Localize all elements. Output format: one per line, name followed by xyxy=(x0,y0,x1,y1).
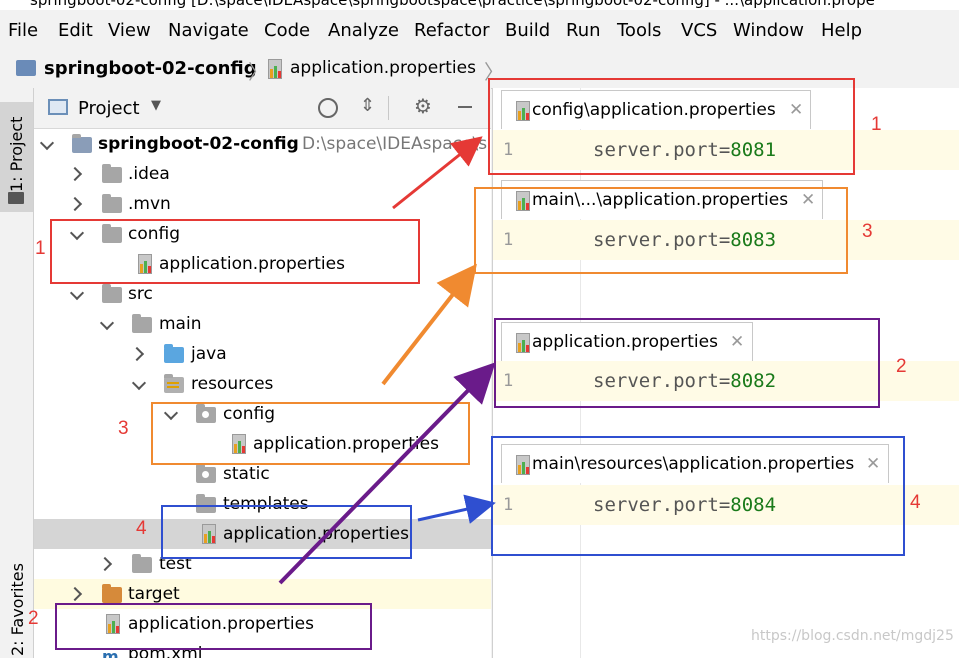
arrow-orange xyxy=(381,263,477,386)
arrow-purple xyxy=(278,362,496,585)
annotation-number: 1 xyxy=(35,238,46,259)
annotation-number: 4 xyxy=(910,492,921,513)
annotation-number: 3 xyxy=(118,418,129,439)
arrow-red xyxy=(392,136,483,210)
annotation-arrows xyxy=(278,136,496,585)
annotation-number: 4 xyxy=(136,518,147,539)
annotation-number: 2 xyxy=(28,608,39,629)
annotation-number: 2 xyxy=(896,356,907,377)
annotation-number: 1 xyxy=(871,114,882,135)
annotation-number: 3 xyxy=(862,221,873,242)
arrow-blue xyxy=(417,494,496,524)
